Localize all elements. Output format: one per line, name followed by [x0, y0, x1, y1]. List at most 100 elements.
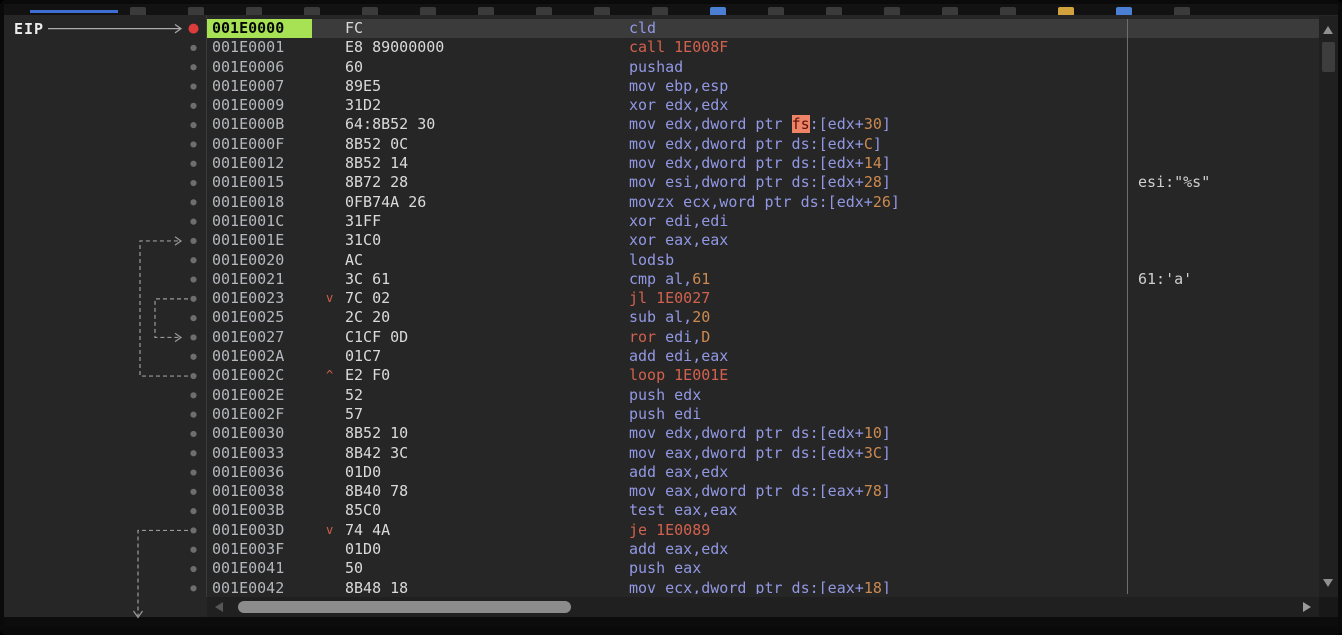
- address-cell[interactable]: 001E0006: [207, 58, 312, 77]
- disasm-row[interactable]: 001E0020 AClodsb: [207, 251, 1319, 270]
- bytes-cell[interactable]: 60: [345, 58, 629, 77]
- toolbar-icon[interactable]: [362, 7, 378, 15]
- disasm-row[interactable]: 001E00388B40 78mov eax,dword ptr ds:[eax…: [207, 482, 1319, 501]
- instruction-cell[interactable]: jl 1E0027: [629, 289, 1129, 308]
- vertical-scrollbar[interactable]: [1319, 16, 1338, 597]
- toolbar-icon[interactable]: [1058, 7, 1074, 15]
- address-cell[interactable]: 001E0000: [207, 19, 312, 38]
- breakpoint-dot[interactable]: [190, 392, 196, 398]
- breakpoint-dot[interactable]: [190, 276, 196, 282]
- disasm-row[interactable]: 001E0027C1CF 0Dror edi,D: [207, 328, 1319, 347]
- instruction-cell[interactable]: add eax,edx: [629, 540, 1129, 559]
- toolbar-icon[interactable]: [536, 7, 552, 15]
- instruction-cell[interactable]: push eax: [629, 559, 1129, 578]
- instruction-cell[interactable]: sub al,20: [629, 308, 1129, 327]
- address-cell[interactable]: 001E0030: [207, 424, 312, 443]
- bytes-cell[interactable]: 01C7: [345, 347, 629, 366]
- disasm-row[interactable]: 001E00338B42 3Cmov eax,dword ptr ds:[edx…: [207, 444, 1319, 463]
- toolbar-icon[interactable]: [826, 7, 842, 15]
- bytes-cell[interactable]: 31FF: [345, 212, 629, 231]
- toolbar-icon[interactable]: [768, 7, 784, 15]
- bytes-cell[interactable]: 7C 02: [345, 289, 629, 308]
- address-cell[interactable]: 001E0001: [207, 38, 312, 57]
- breakpoint-dot[interactable]: [190, 45, 196, 51]
- breakpoint-dot[interactable]: [190, 566, 196, 572]
- address-cell[interactable]: 001E002C: [207, 366, 312, 385]
- instruction-cell[interactable]: push edx: [629, 386, 1129, 405]
- address-cell[interactable]: 001E0020: [207, 251, 312, 270]
- toolbar-icon[interactable]: [1000, 7, 1016, 15]
- scroll-up-icon[interactable]: [1323, 26, 1333, 34]
- disasm-row[interactable]: 001E00252C 20sub al,20: [207, 308, 1319, 327]
- disasm-row[interactable]: 001E00213C 61cmp al,6161:'a': [207, 270, 1319, 289]
- breakpoint-dot[interactable]: [190, 431, 196, 437]
- breakpoint-gutter[interactable]: EIP: [4, 4, 207, 627]
- disasm-row[interactable]: 001E0023v7C 02jl 1E0027: [207, 289, 1319, 308]
- instruction-cell[interactable]: je 1E0089: [629, 521, 1129, 540]
- disasm-row[interactable]: 001E000931D2xor edx,edx: [207, 96, 1319, 115]
- instruction-cell[interactable]: push edi: [629, 405, 1129, 424]
- bytes-cell[interactable]: 85C0: [345, 501, 629, 520]
- address-cell[interactable]: 001E0015: [207, 173, 312, 192]
- breakpoint-dot[interactable]: [190, 257, 196, 263]
- toolbar-icon[interactable]: [710, 7, 726, 15]
- bytes-cell[interactable]: 52: [345, 386, 629, 405]
- bytes-cell[interactable]: 8B52 14: [345, 154, 629, 173]
- toolbar-icon[interactable]: [942, 7, 958, 15]
- address-cell[interactable]: 001E000F: [207, 135, 312, 154]
- address-cell[interactable]: 001E001E: [207, 231, 312, 250]
- address-cell[interactable]: 001E001C: [207, 212, 312, 231]
- instruction-cell[interactable]: xor edx,edx: [629, 96, 1129, 115]
- bytes-cell[interactable]: 31D2: [345, 96, 629, 115]
- instruction-cell[interactable]: ror edi,D: [629, 328, 1129, 347]
- bytes-cell[interactable]: 8B52 10: [345, 424, 629, 443]
- address-cell[interactable]: 001E0025: [207, 308, 312, 327]
- toolbar-icon[interactable]: [652, 7, 668, 15]
- instruction-cell[interactable]: mov edx,dword ptr ds:[edx+C]: [629, 135, 1129, 154]
- bytes-cell[interactable]: E8 89000000: [345, 38, 629, 57]
- address-cell[interactable]: 001E0033: [207, 444, 312, 463]
- bytes-cell[interactable]: AC: [345, 251, 629, 270]
- breakpoint-dot[interactable]: [190, 238, 196, 244]
- address-cell[interactable]: 001E003F: [207, 540, 312, 559]
- address-cell[interactable]: 001E002A: [207, 347, 312, 366]
- address-cell[interactable]: 001E0021: [207, 270, 312, 289]
- instruction-cell[interactable]: mov edx,dword ptr ds:[edx+14]: [629, 154, 1129, 173]
- disasm-row[interactable]: 001E004150push eax: [207, 559, 1319, 578]
- instruction-cell[interactable]: xor edi,edi: [629, 212, 1129, 231]
- breakpoint-dot[interactable]: [190, 450, 196, 456]
- address-cell[interactable]: 001E0012: [207, 154, 312, 173]
- breakpoint-dot[interactable]: [190, 527, 196, 533]
- toolbar-icon[interactable]: [304, 7, 320, 15]
- instruction-cell[interactable]: mov edx,dword ptr fs:[edx+30]: [629, 115, 1129, 134]
- breakpoint-dot[interactable]: [190, 141, 196, 147]
- bytes-cell[interactable]: 8B52 0C: [345, 135, 629, 154]
- disasm-row[interactable]: 001E0012 8B52 14mov edx,dword ptr ds:[edx…: [207, 154, 1319, 173]
- bytes-cell[interactable]: 31C0: [345, 231, 629, 250]
- disasm-row[interactable]: 001E000F 8B52 0Cmov edx,dword ptr ds:[edx…: [207, 135, 1319, 154]
- instruction-cell[interactable]: xor eax,eax: [629, 231, 1129, 250]
- disasm-row[interactable]: 001E002A01C7add edi,eax: [207, 347, 1319, 366]
- instruction-cell[interactable]: add eax,edx: [629, 463, 1129, 482]
- breakpoint-dot[interactable]: [190, 122, 196, 128]
- toolbar-icon[interactable]: [884, 7, 900, 15]
- address-cell[interactable]: 001E002E: [207, 386, 312, 405]
- address-cell[interactable]: 001E000B: [207, 115, 312, 134]
- disasm-row[interactable]: 001E000B64:8B52 30mov edx,dword ptr fs:[…: [207, 115, 1319, 134]
- toolbar-icon[interactable]: [478, 7, 494, 15]
- bytes-cell[interactable]: 01D0: [345, 463, 629, 482]
- address-cell[interactable]: 001E003D: [207, 521, 312, 540]
- disasm-row[interactable]: 001E0006 60pushad: [207, 58, 1319, 77]
- instruction-cell[interactable]: pushad: [629, 58, 1129, 77]
- disasm-row[interactable]: 001E001C 31FFxor edi,edi: [207, 212, 1319, 231]
- toolbar-icon[interactable]: [420, 7, 436, 15]
- instruction-cell[interactable]: test eax,eax: [629, 501, 1129, 520]
- address-cell[interactable]: 001E0007: [207, 77, 312, 96]
- disasm-row[interactable]: 001E003B85C0test eax,eax: [207, 501, 1319, 520]
- breakpoint-dot[interactable]: [190, 489, 196, 495]
- instruction-cell[interactable]: lodsb: [629, 251, 1129, 270]
- address-cell[interactable]: 001E0018: [207, 193, 312, 212]
- disasm-row[interactable]: 001E002F57push edi: [207, 405, 1319, 424]
- breakpoint-dot[interactable]: [190, 412, 196, 418]
- breakpoint-dot[interactable]: [190, 373, 196, 379]
